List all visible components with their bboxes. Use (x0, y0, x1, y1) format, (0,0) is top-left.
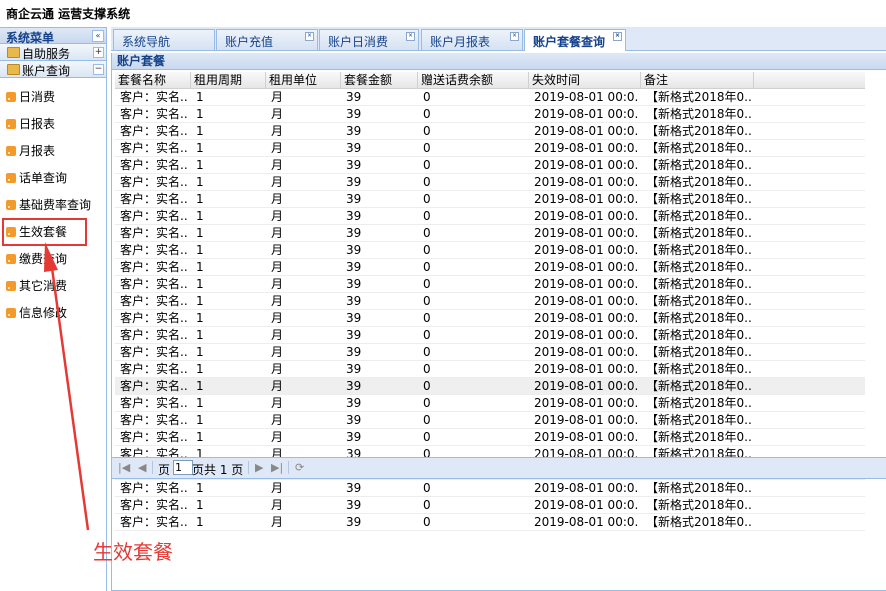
annotation-label: 生效套餐 (93, 540, 173, 564)
annotation-arrow (44, 242, 90, 531)
